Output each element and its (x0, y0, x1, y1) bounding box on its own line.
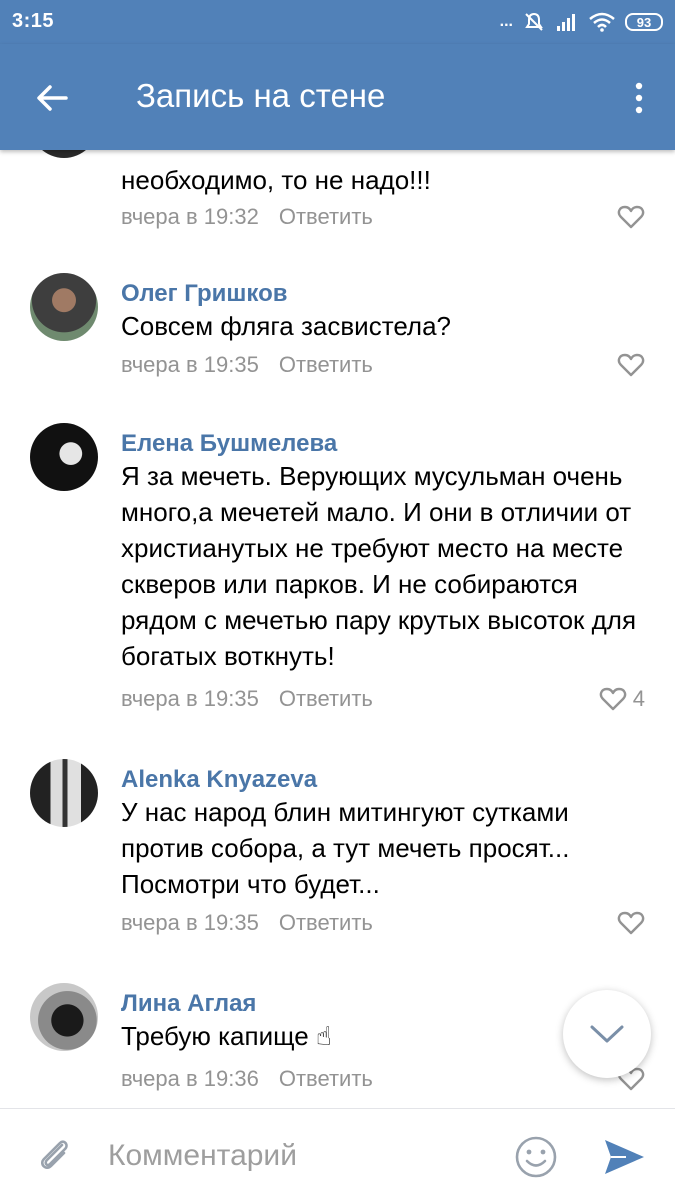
status-time: 3:15 (12, 10, 55, 32)
chevron-down-icon (590, 1025, 624, 1043)
like-button[interactable] (617, 204, 645, 230)
reply-button[interactable]: Ответить (279, 686, 373, 711)
like-button[interactable] (617, 352, 645, 378)
comment-author[interactable]: Лина Аглая (121, 990, 256, 1018)
comment-time: вчера в 19:36 (121, 1066, 259, 1091)
comment-author[interactable]: Елена Бушмелева (121, 430, 337, 458)
comment-input-bar: Комментарий (0, 1108, 675, 1200)
signal-dots: ... (499, 13, 513, 30)
battery-indicator: 93 (625, 13, 663, 31)
like-button[interactable]: 4 (599, 686, 645, 712)
reply-button[interactable]: Ответить (279, 910, 373, 935)
mute-icon (525, 12, 543, 31)
comment-item: необходимо, то не надо!!! вчера в 19:32 О… (0, 150, 675, 250)
send-icon[interactable] (602, 1137, 646, 1177)
more-vertical-icon[interactable] (629, 78, 649, 118)
reply-button[interactable]: Ответить (279, 1066, 373, 1091)
heart-icon (599, 687, 627, 711)
comment-text: Я за мечеть. Верующих мусульман очень мн… (121, 461, 637, 671)
paperclip-icon[interactable] (34, 1135, 74, 1175)
avatar[interactable] (30, 983, 98, 1051)
avatar[interactable] (30, 273, 98, 341)
comment-item: Елена Бушмелева Я за мечеть. Верующих му… (0, 420, 675, 730)
smile-icon[interactable] (514, 1135, 558, 1179)
page-title: Запись на стене (136, 77, 386, 114)
comment-time: вчера в 19:35 (121, 352, 259, 377)
like-button[interactable] (617, 910, 645, 936)
comment-author[interactable]: Alenka Knyazeva (121, 766, 317, 794)
heart-icon (617, 205, 645, 229)
comment-item: Олег Гришков Совсем фляга засвистела? вч… (0, 270, 675, 410)
comment-meta: вчера в 19:35 Ответить (121, 910, 373, 936)
comment-author[interactable]: Олег Гришков (121, 280, 288, 308)
heart-icon (617, 353, 645, 377)
reply-button[interactable]: Ответить (279, 204, 373, 229)
status-bar: 3:15 ... 93 (0, 0, 675, 44)
comments-list[interactable]: необходимо, то не надо!!! вчера в 19:32 О… (0, 150, 675, 1108)
comment-input[interactable]: Комментарий (108, 1139, 297, 1173)
like-count: 4 (632, 686, 645, 711)
comment-text: У нас народ блин митингуют сутками проти… (121, 797, 570, 899)
arrow-left-icon[interactable] (32, 78, 72, 118)
comment-text: Совсем фляга засвистела? (121, 311, 452, 341)
comment-item: Alenka Knyazeva У нас народ блин митингу… (0, 756, 675, 956)
heart-icon (617, 911, 645, 935)
comment-meta: вчера в 19:36 Ответить (121, 1066, 373, 1092)
cell-signal-icon (557, 14, 575, 31)
comment-time: вчера в 19:35 (121, 910, 259, 935)
comment-time: вчера в 19:32 (121, 204, 259, 229)
comment-time: вчера в 19:35 (121, 686, 259, 711)
avatar[interactable] (30, 759, 98, 827)
comment-meta: вчера в 19:32 Ответить (121, 204, 373, 230)
avatar[interactable] (30, 150, 98, 158)
comment-text: необходимо, то не надо!!! (121, 165, 431, 195)
comment-meta: вчера в 19:35 Ответить (121, 686, 373, 712)
comment-meta: вчера в 19:35 Ответить (121, 352, 373, 378)
app-toolbar: Запись на стене (0, 44, 675, 150)
wifi-icon (589, 12, 615, 32)
scroll-down-button[interactable] (563, 990, 651, 1078)
avatar[interactable] (30, 423, 98, 491)
reply-button[interactable]: Ответить (279, 352, 373, 377)
status-icons: ... 93 (500, 10, 663, 34)
